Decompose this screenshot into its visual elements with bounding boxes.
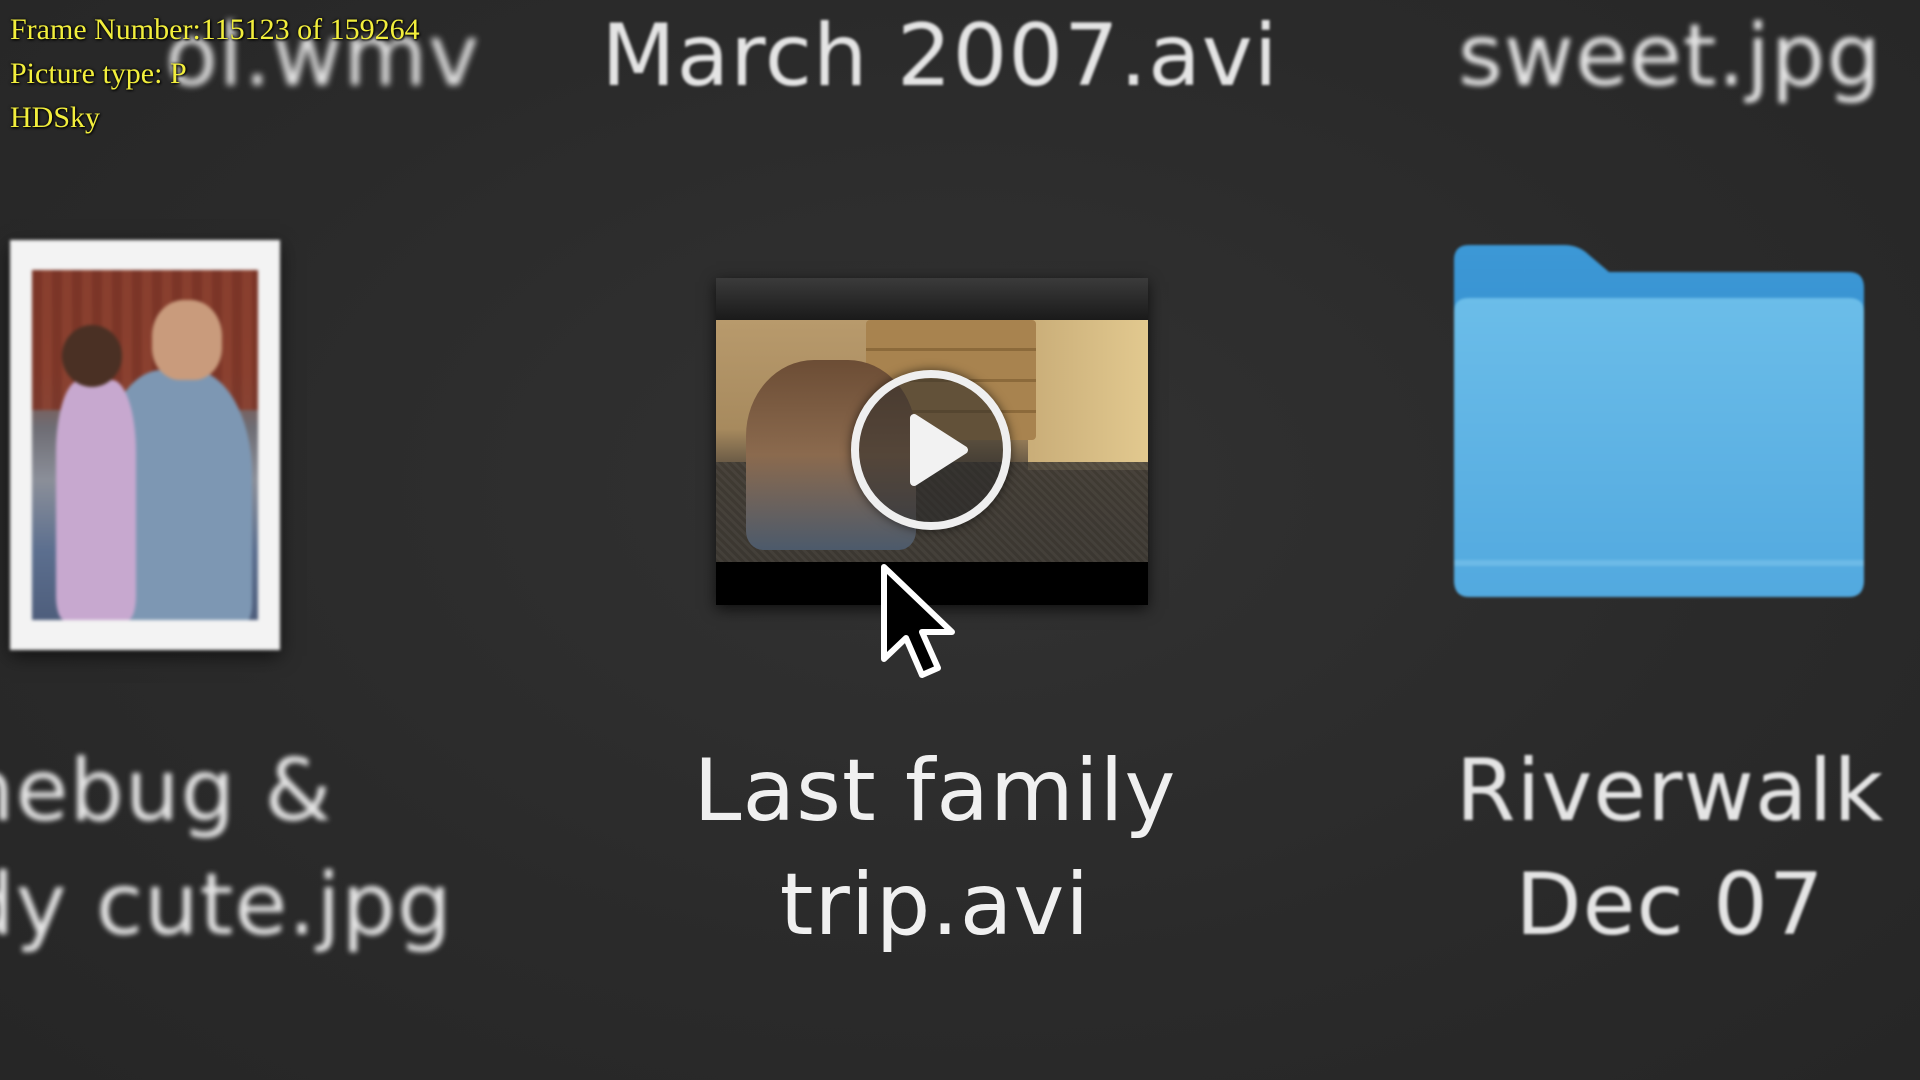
mouse-pointer-icon	[880, 563, 970, 703]
osd-site-tag: HDSky	[10, 101, 101, 134]
play-icon[interactable]	[851, 370, 1011, 530]
file-name-folder-line1: Riverwalk	[1455, 741, 1885, 841]
file-name-folder-line2: Dec 07	[1515, 855, 1825, 955]
file-name-last-family-trip[interactable]: Last family trip.avi	[640, 734, 1230, 962]
photo-thumbnail-icon[interactable]	[10, 240, 280, 650]
file-name-riverwalk[interactable]: Riverwalk Dec 07	[1400, 734, 1920, 962]
osd-frame-number: Frame Number:115123 of 159264	[10, 13, 420, 46]
file-name-sweet[interactable]: sweet.jpg	[1440, 0, 1900, 112]
photo-image	[32, 270, 258, 620]
osd-picture-type: Picture type: P	[10, 57, 187, 90]
file-name-video-line1: Last family	[693, 741, 1177, 841]
folder-icon[interactable]	[1444, 240, 1874, 605]
file-name-photo-line1: nebug &	[0, 741, 333, 841]
video-thumbnail-top-bar	[716, 278, 1148, 321]
file-name-march-2007[interactable]: March 2007.avi	[600, 0, 1280, 112]
file-name-photo[interactable]: nebug & dy cute.jpg	[0, 734, 520, 962]
file-name-video-line2: trip.avi	[779, 855, 1091, 955]
video-osd-overlay: Frame Number:115123 of 159264 Picture ty…	[10, 8, 420, 140]
file-browser-view: ol.wmv March 2007.avi sweet.jpg ebug & d…	[0, 0, 1920, 1080]
file-name-photo-line2: dy cute.jpg	[0, 855, 453, 955]
